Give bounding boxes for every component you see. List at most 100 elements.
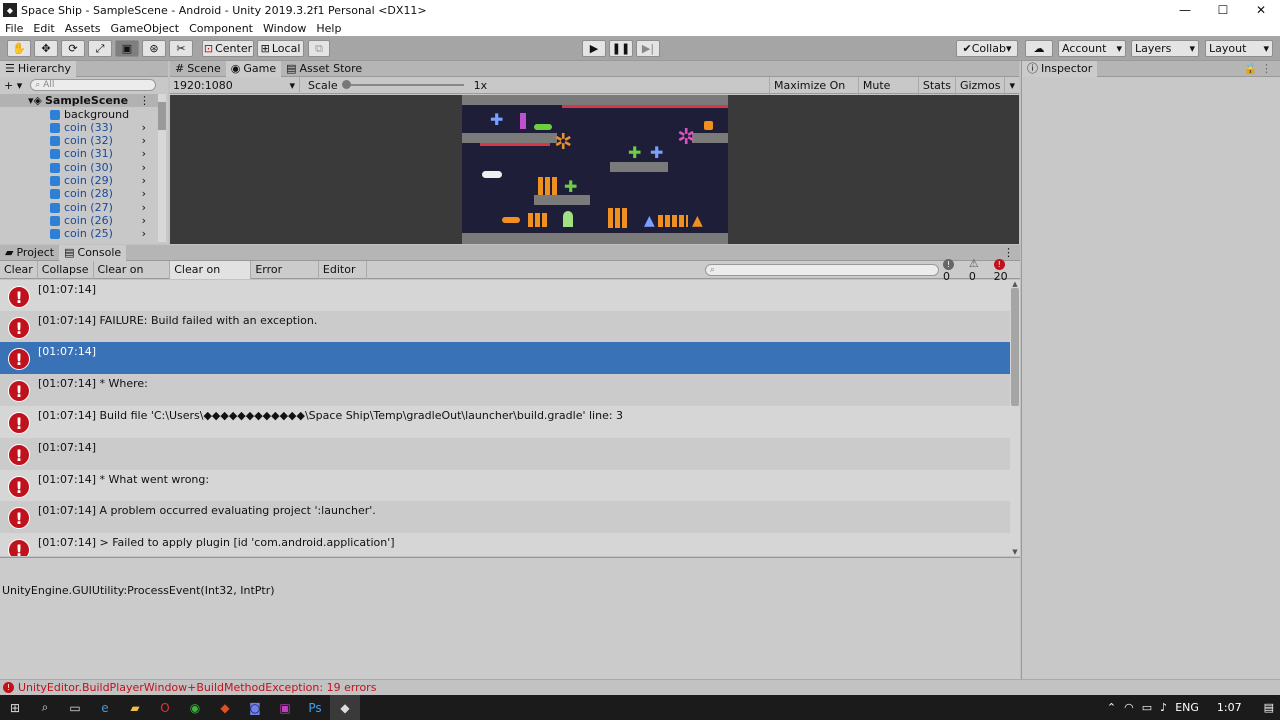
discord-icon[interactable]: ◙ (240, 695, 270, 720)
edge-icon[interactable]: e (90, 695, 120, 720)
account-dropdown[interactable]: Account ▾ (1058, 40, 1126, 57)
chrome-icon[interactable]: ◉ (180, 695, 210, 720)
lock-icon[interactable]: 🔒 ⋮ (1244, 62, 1272, 75)
gizmos-dropdown-icon[interactable]: ▾ (1005, 77, 1019, 95)
more-icon[interactable]: ⋮ (139, 94, 150, 107)
clock[interactable]: 1:07 (1217, 701, 1242, 714)
folder-icon[interactable]: ▰ (120, 695, 150, 720)
menu-file[interactable]: File (0, 22, 28, 35)
pivot-center-button[interactable]: ⊡ Center (202, 40, 254, 57)
game-view[interactable]: ✚ ✲ ✲ ✚ ✚ ✚ ▲ ▲ (462, 95, 728, 244)
scroll-up-icon[interactable]: ▲ (1010, 280, 1020, 288)
log-row[interactable]: ! [01:07:14] A problem occurred evaluatin… (0, 501, 1010, 533)
snap-icon[interactable]: ⧉ (308, 40, 330, 57)
layout-dropdown[interactable]: Layout ▾ (1205, 40, 1273, 57)
app-icon[interactable]: ▣ (270, 695, 300, 720)
transform-tool-icon[interactable]: ⊛ (142, 40, 166, 57)
layers-dropdown[interactable]: Layers ▾ (1131, 40, 1199, 57)
menu-window[interactable]: Window (258, 22, 311, 35)
hand-tool-icon[interactable]: ✋ (7, 40, 31, 57)
custom-tool-icon[interactable]: ✂ (169, 40, 193, 57)
notification-icon[interactable]: ▤ (1264, 701, 1274, 714)
cloud-icon[interactable]: ☁ (1025, 40, 1053, 57)
unity-taskbar-icon[interactable]: ◆ (330, 695, 360, 720)
scrollbar-thumb[interactable] (1011, 288, 1019, 406)
minimize-button[interactable]: — (1166, 0, 1204, 20)
error-pause-toggle[interactable]: Error Pause (251, 260, 319, 294)
log-row[interactable]: ! [01:07:14] > Failed to apply plugin [id… (0, 533, 1010, 556)
console-search-input[interactable]: ⌕ (704, 263, 939, 276)
list-item[interactable]: coin (27) › (0, 201, 160, 214)
hierarchy-search-input[interactable]: ⌕ All (30, 79, 157, 91)
log-row[interactable]: ! [01:07:14] (0, 280, 1010, 312)
scene-row[interactable]: ▾◈ SampleScene ⋮ (0, 94, 160, 107)
wifi-icon[interactable]: ◠ (1124, 701, 1134, 714)
rotate-tool-icon[interactable]: ⟳ (61, 40, 85, 57)
opera-icon[interactable]: O (150, 695, 180, 720)
chevron-up-icon[interactable]: ⌃ (1107, 701, 1116, 714)
tab-asset-store[interactable]: ▤ Asset Store (281, 61, 367, 77)
log-row[interactable]: ! [01:07:14] FAILURE: Build failed with a… (0, 311, 1010, 343)
move-tool-icon[interactable]: ✥ (34, 40, 58, 57)
list-item[interactable]: coin (29) › (0, 174, 160, 187)
pause-button[interactable]: ❚❚ (609, 40, 633, 57)
windows-start-icon[interactable]: ⊞ (0, 695, 30, 720)
list-item[interactable]: coin (32) › (0, 134, 160, 147)
list-item[interactable]: coin (26) › (0, 214, 160, 227)
log-row-selected[interactable]: ! [01:07:14] (0, 342, 1010, 374)
language-indicator[interactable]: ENG (1175, 701, 1199, 714)
log-row[interactable]: ! [01:07:14] * What went wrong: (0, 470, 1010, 502)
menu-component[interactable]: Component (184, 22, 258, 35)
info-count-toggle[interactable]: ! 0 (942, 257, 963, 283)
scale-slider[interactable] (341, 80, 464, 89)
mute-audio-toggle[interactable]: Mute Audio (859, 77, 919, 110)
maximize-button[interactable]: ☐ (1204, 0, 1242, 20)
clear-on-build-toggle[interactable]: Clear on Build (170, 260, 252, 294)
error-count-toggle[interactable]: ! 20 (993, 257, 1020, 283)
list-item[interactable]: coin (33) › (0, 121, 160, 134)
maximize-on-play-toggle[interactable]: Maximize On Play (769, 77, 859, 110)
photoshop-icon[interactable]: Ps (300, 695, 330, 720)
collapse-toggle[interactable]: Collapse (38, 260, 94, 279)
battery-icon[interactable]: ▭ (1142, 701, 1152, 714)
app-icon[interactable]: ◆ (210, 695, 240, 720)
pivot-local-button[interactable]: ⊞ Local (257, 40, 304, 57)
log-row[interactable]: ! [01:07:14] (0, 438, 1010, 470)
resolution-dropdown[interactable]: 1920:1080 ▾ (170, 76, 300, 94)
stack-trace-text[interactable]: UnityEngine.GUIUtility:ProcessEvent(Int3… (2, 584, 275, 597)
scroll-down-icon[interactable]: ▼ (1010, 548, 1020, 556)
stats-toggle[interactable]: Stats (919, 77, 956, 95)
collab-dropdown[interactable]: ✔ Collab ▾ (956, 40, 1018, 57)
menu-assets[interactable]: Assets (60, 22, 106, 35)
rect-tool-icon[interactable]: ▣ (115, 40, 139, 57)
tab-hierarchy[interactable]: ☰ Hierarchy (0, 60, 77, 77)
list-item[interactable]: background (0, 108, 160, 121)
tab-console[interactable]: ▤ Console (59, 244, 127, 261)
log-row[interactable]: ! [01:07:14] * Where: (0, 374, 1010, 406)
scale-tool-icon[interactable]: ⤢ (88, 40, 112, 57)
task-view-icon[interactable]: ▭ (60, 695, 90, 720)
hierarchy-scrollbar[interactable] (158, 94, 166, 242)
status-bar[interactable]: ! UnityEditor.BuildPlayerWindow+BuildMet… (0, 679, 1280, 695)
tab-inspector[interactable]: ⓘ Inspector (1022, 60, 1098, 77)
clear-button[interactable]: Clear (0, 260, 38, 279)
volume-icon[interactable]: ♪ (1160, 701, 1167, 714)
list-item[interactable]: coin (31) › (0, 147, 160, 160)
list-item[interactable]: coin (28) › (0, 187, 160, 200)
tab-game[interactable]: ◉ Game (225, 60, 282, 77)
clear-on-play-toggle[interactable]: Clear on Play (94, 260, 171, 294)
tab-scene[interactable]: # Scene (170, 61, 226, 77)
close-button[interactable]: ✕ (1242, 0, 1280, 20)
create-button[interactable]: + ▾ (4, 79, 22, 92)
menu-help[interactable]: Help (311, 22, 346, 35)
play-button[interactable]: ▶ (582, 40, 606, 57)
warning-count-toggle[interactable]: ⚠ 0 (969, 257, 988, 283)
scale-slider-handle[interactable] (341, 80, 351, 89)
log-row[interactable]: ! [01:07:14] Build file 'C:\Users\◆◆◆◆◆◆◆… (0, 406, 1010, 438)
search-icon[interactable]: ⌕ (30, 695, 60, 720)
step-button[interactable]: ▶| (636, 40, 660, 57)
menu-gameobject[interactable]: GameObject (106, 22, 185, 35)
list-item[interactable]: coin (25) › (0, 227, 160, 240)
console-scrollbar[interactable]: ▲ ▼ (1010, 280, 1020, 556)
gizmos-toggle[interactable]: Gizmos (956, 77, 1006, 95)
